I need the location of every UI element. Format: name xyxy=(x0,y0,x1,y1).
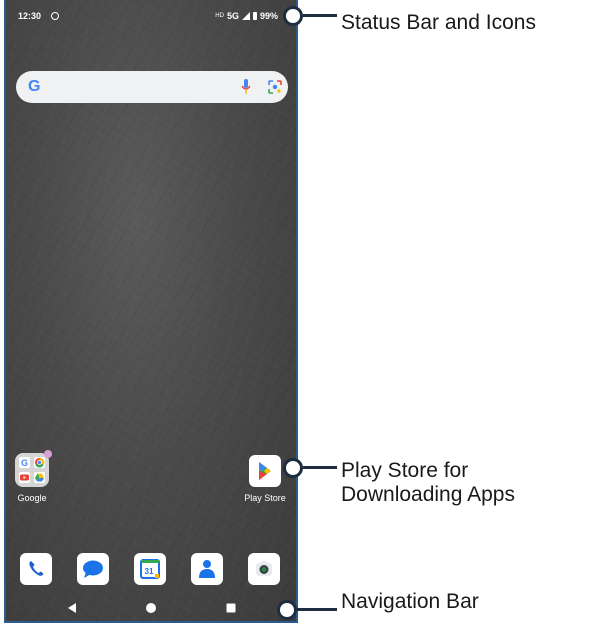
navigation-bar xyxy=(6,598,296,620)
messages-icon[interactable] xyxy=(77,553,109,585)
google-folder-icon: G xyxy=(15,450,52,487)
chrome-mini-icon xyxy=(34,457,45,468)
callout-line-play-store xyxy=(303,466,337,469)
app-label: Google xyxy=(17,493,47,503)
network-type: 5G xyxy=(226,11,239,21)
callout-dot-navigation xyxy=(277,600,297,620)
callout-play-store-line2: Downloading Apps xyxy=(341,483,515,506)
google-logo: G xyxy=(28,78,41,95)
calendar-icon[interactable]: 31 xyxy=(134,553,166,585)
callout-line-navigation xyxy=(297,608,337,611)
recents-icon[interactable] xyxy=(225,602,237,614)
callout-dot-status xyxy=(283,6,303,26)
youtube-mini-icon xyxy=(19,472,30,483)
play-store-icon xyxy=(249,455,281,487)
drive-mini-icon xyxy=(34,472,45,483)
callout-status-bar: Status Bar and Icons xyxy=(341,11,536,34)
phone-screen: 12:30 HD 5G 99% G G Google Play Store 31 xyxy=(4,0,298,623)
callout-dot-play-store xyxy=(283,458,303,478)
notification-badge xyxy=(44,450,52,458)
battery-icon xyxy=(252,12,257,20)
callout-navigation-bar: Navigation Bar xyxy=(341,590,479,613)
google-search-bar[interactable]: G xyxy=(16,71,288,103)
status-bar: 12:30 HD 5G 99% xyxy=(6,0,296,36)
home-icon[interactable] xyxy=(145,602,157,614)
microphone-icon[interactable] xyxy=(241,79,251,95)
phone-icon[interactable] xyxy=(20,553,52,585)
hd-voice-icon: HD xyxy=(215,13,224,19)
back-icon[interactable] xyxy=(66,602,78,614)
google-mini-icon: G xyxy=(19,457,30,468)
app-label: Play Store xyxy=(244,493,286,503)
status-time: 12:30 xyxy=(18,11,42,21)
status-icons: HD 5G 99% xyxy=(215,11,278,21)
battery-percent: 99% xyxy=(259,11,278,21)
signal-icon xyxy=(241,12,250,20)
calendar-date: 31 xyxy=(145,567,154,576)
callout-line-status xyxy=(303,14,337,17)
alarm-icon xyxy=(51,12,59,20)
lens-icon[interactable] xyxy=(268,80,282,94)
camera-icon[interactable] xyxy=(248,553,280,585)
svg-text:G: G xyxy=(21,458,28,468)
app-google-folder[interactable]: G Google xyxy=(6,450,60,503)
contacts-icon[interactable] xyxy=(191,553,223,585)
callout-play-store-line1: Play Store for xyxy=(341,459,469,482)
